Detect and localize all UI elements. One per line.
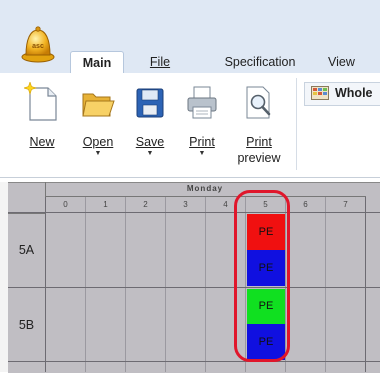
folder-open-icon — [82, 93, 115, 117]
whole-timetable-icon — [311, 86, 329, 100]
save-label: Save — [135, 135, 165, 149]
open-button[interactable]: Open ▼ — [76, 76, 120, 172]
open-dropdown-icon[interactable]: ▼ — [76, 150, 120, 157]
grid-left-gutter — [0, 182, 8, 372]
print-label: Print — [189, 135, 215, 149]
save-dropdown-icon[interactable]: ▼ — [128, 150, 172, 157]
print-dropdown-icon[interactable]: ▼ — [180, 150, 224, 157]
new-label: New — [29, 135, 55, 149]
day-header: Monday — [186, 184, 224, 193]
svg-text:asc: asc — [32, 43, 44, 50]
grid-hline — [8, 212, 380, 213]
print-button[interactable]: Print ▼ — [180, 76, 224, 172]
new-button[interactable]: New — [20, 76, 64, 172]
print-preview-label: Print preview — [237, 135, 281, 165]
grid-hline — [8, 287, 380, 288]
open-label: Open — [82, 135, 114, 149]
app-menu-bell-icon[interactable]: asc — [18, 24, 58, 64]
period-header-3: 3 — [183, 200, 188, 209]
new-document-icon — [24, 82, 57, 121]
whole-label: Whole — [335, 86, 373, 100]
ribbon-divider — [296, 78, 297, 170]
class-label-5b[interactable]: 5B — [8, 318, 45, 332]
print-preview-icon — [246, 86, 271, 119]
day-header-divider — [46, 196, 366, 197]
class-label-5a[interactable]: 5A — [8, 243, 45, 257]
floppy-disk-icon — [136, 88, 164, 118]
tab-specification[interactable]: Specification — [210, 51, 310, 73]
grid-vline — [365, 197, 366, 372]
save-button[interactable]: Save ▼ — [128, 76, 172, 172]
period-header-1: 1 — [103, 200, 108, 209]
period-header-6: 6 — [303, 200, 308, 209]
grid-vline — [205, 197, 206, 372]
printer-icon — [187, 86, 217, 119]
tab-view[interactable]: View — [328, 51, 378, 73]
period-header-7: 7 — [343, 200, 348, 209]
print-preview-button[interactable]: Print preview — [234, 76, 284, 172]
grid-vline — [325, 197, 326, 372]
grid-vline — [125, 197, 126, 372]
period-header-0: 0 — [63, 200, 68, 209]
tab-file-label: File — [149, 55, 171, 69]
grid-vline — [45, 197, 46, 372]
tab-file[interactable]: File — [140, 51, 180, 73]
period-header-2: 2 — [143, 200, 148, 209]
grid-hline — [8, 361, 380, 362]
grid-vline — [165, 197, 166, 372]
highlight-annotation — [234, 190, 290, 362]
tab-main[interactable]: Main — [70, 51, 124, 75]
grid-corner — [8, 182, 46, 214]
grid-vline — [85, 197, 86, 372]
whole-timetable-button[interactable]: Whole — [304, 82, 380, 106]
